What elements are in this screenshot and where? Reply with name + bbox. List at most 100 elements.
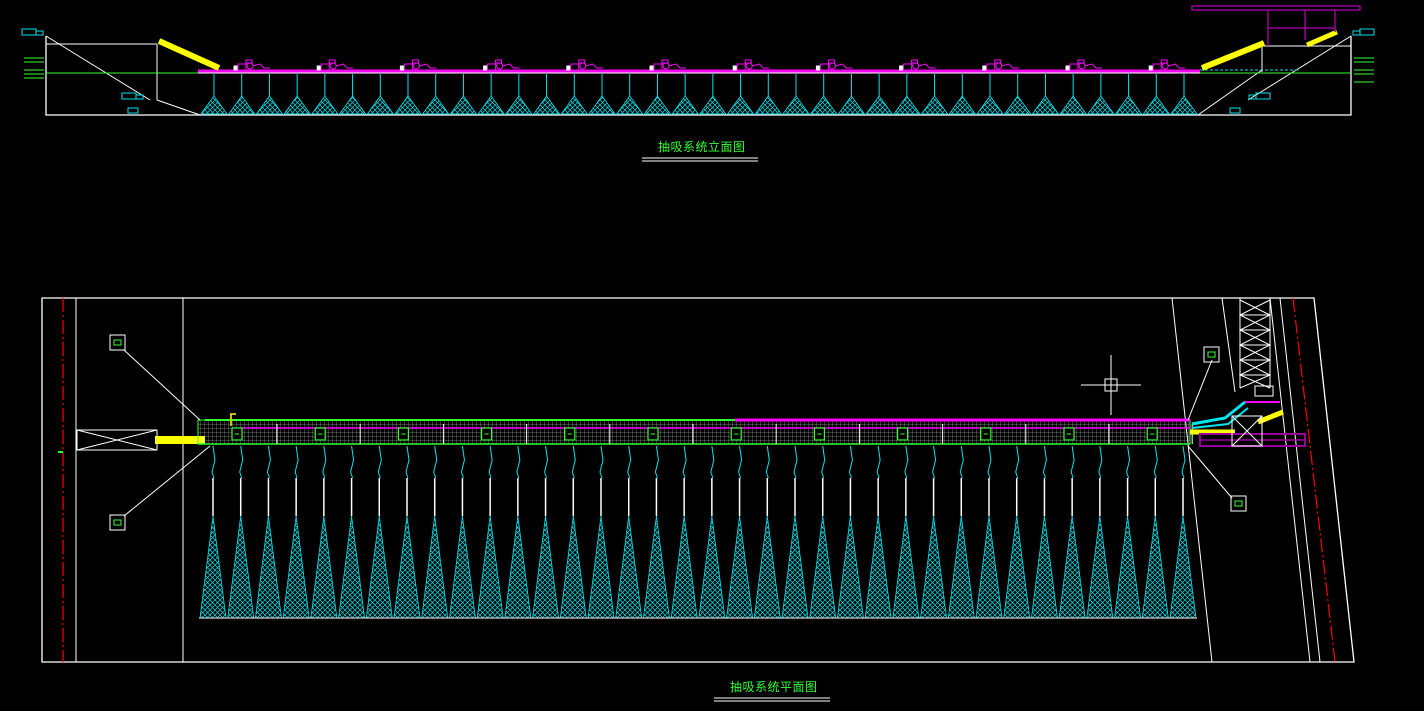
elevation-pump (815, 59, 853, 71)
elevation-cone (865, 74, 893, 115)
elevation-cone (311, 74, 339, 115)
plan-cone (892, 445, 920, 619)
elevation-cone (893, 74, 921, 115)
elevation-pump-group (233, 59, 1186, 71)
elevation-cone (421, 74, 450, 115)
elevation-left-markers (21, 28, 144, 114)
plan-callout-top-left (109, 334, 201, 421)
plan-cone (1058, 445, 1086, 619)
plan-cone (254, 445, 282, 619)
elevation-left-floor-slope (156, 99, 201, 116)
plan-cone (559, 445, 587, 619)
elevation-cone (1031, 74, 1060, 115)
cad-crosshair-cursor (1081, 355, 1141, 415)
elevation-cone (338, 74, 367, 115)
plan-cone (365, 445, 393, 619)
elevation-left-slope (45, 35, 151, 101)
plan-cone (642, 445, 670, 619)
plan-cone (947, 445, 975, 619)
plan-cone (920, 445, 948, 619)
elevation-cone (1003, 74, 1032, 115)
elevation-pump (1148, 59, 1186, 71)
plan-cone (1141, 445, 1169, 619)
plan-callout-bottom-right (1187, 445, 1247, 512)
elevation-cone (948, 74, 977, 115)
plan-callout-bottom-left (109, 445, 211, 531)
elevation-pump (1065, 59, 1102, 71)
plan-cone (448, 445, 476, 619)
elevation-cone (366, 74, 395, 115)
plan-truss-ladder (1221, 297, 1274, 397)
plan-cone (975, 445, 1003, 619)
plan-cone (864, 445, 892, 619)
elevation-cone (227, 74, 256, 115)
elevation-cone (588, 74, 616, 115)
elevation-cone (699, 74, 727, 115)
plan-cone (670, 445, 698, 619)
elevation-cone (809, 74, 838, 115)
plan-right-wall-3 (1269, 297, 1311, 663)
plan-right-outlet (1190, 400, 1306, 447)
plan-inlet-box (76, 429, 158, 451)
elevation-right-yellow-pipe-2 (1306, 29, 1338, 48)
cad-drawing-canvas (21, 5, 1375, 702)
elevation-cone (477, 74, 505, 115)
plan-cone (836, 445, 864, 619)
elevation-cone-group (200, 74, 1198, 115)
plan-cone (227, 445, 255, 619)
elevation-right-yellow-pipe (1200, 40, 1266, 71)
elevation-cone (726, 74, 755, 115)
elevation-view (21, 5, 1375, 162)
plan-cone (1086, 445, 1114, 619)
elevation-cone (532, 74, 561, 115)
plan-cone (504, 445, 532, 619)
elevation-cone (837, 74, 866, 115)
elevation-cone (394, 74, 422, 115)
plan-callout-top-right (1187, 346, 1220, 421)
elevation-pump (899, 59, 936, 71)
elevation-cone (920, 74, 949, 115)
elevation-cone (1170, 74, 1198, 115)
plan-cone (1030, 445, 1058, 619)
elevation-cone (671, 74, 699, 115)
elevation-cone (643, 74, 672, 115)
plan-cone (809, 445, 837, 619)
elevation-right-markers (1229, 28, 1375, 114)
elevation-cone (615, 74, 644, 115)
plan-cone (1114, 445, 1142, 619)
elevation-cone (1114, 74, 1143, 115)
plan-cone (199, 445, 227, 619)
plan-cone (753, 445, 781, 619)
elevation-cone (283, 74, 311, 115)
elevation-gantry (1191, 5, 1361, 46)
elevation-pump (732, 59, 770, 71)
elevation-cone (976, 74, 1004, 115)
plan-cone (532, 445, 560, 619)
plan-view-title: 抽吸系统平面图 (730, 680, 818, 694)
elevation-cone (449, 74, 478, 115)
elevation-pump (399, 59, 437, 71)
plan-cone-group (199, 445, 1197, 619)
elevation-cone (754, 74, 783, 115)
plan-cone (310, 445, 338, 619)
elevation-pump (316, 59, 354, 71)
elevation-left-yellow-pipe (157, 38, 221, 71)
elevation-view-title: 抽吸系统立面图 (658, 140, 746, 154)
plan-cone (781, 445, 809, 619)
plan-cone (282, 445, 310, 619)
plan-cone (421, 445, 449, 619)
elevation-cone (200, 74, 228, 115)
plan-header-grid (197, 419, 1191, 445)
elevation-pump (566, 59, 603, 71)
elevation-pump (649, 59, 686, 71)
elevation-cone (1059, 74, 1087, 115)
plan-cone (393, 445, 421, 619)
elevation-cone (1087, 74, 1115, 115)
plan-cone (1003, 445, 1031, 619)
elevation-cone (255, 74, 284, 115)
elevation-cone (560, 74, 589, 115)
plan-cone (1169, 445, 1197, 619)
plan-cone (698, 445, 726, 619)
plan-view (41, 297, 1355, 702)
elevation-cone (782, 74, 810, 115)
